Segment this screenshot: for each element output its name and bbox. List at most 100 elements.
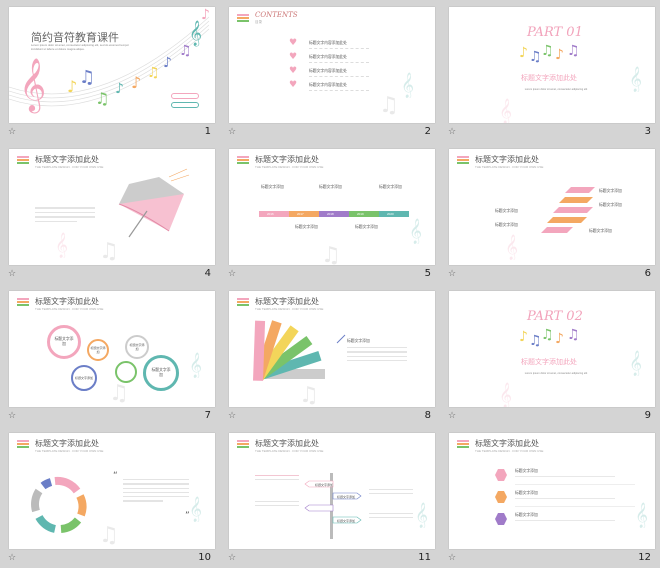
sign-label: 标题文字添加: [337, 518, 356, 523]
star-slide-icon: ☆: [448, 269, 457, 279]
music-note-icon: ♪: [201, 7, 210, 23]
circle-label: 标题文字添加: [75, 376, 94, 380]
circle-bubble: 标题文字添加: [47, 325, 81, 359]
music-note-icon: ♪: [555, 47, 564, 63]
circle-bubble: 标题文字添加: [87, 339, 109, 361]
star-slide-icon: ☆: [8, 411, 17, 421]
header-color-bars: [17, 298, 29, 307]
section-title: 标题文字添加此处: [521, 74, 577, 82]
contents-item-label: 标题文字内容添加此处: [309, 83, 347, 87]
music-note-icon: ♫: [99, 239, 119, 264]
slide-canvas: 简约音符教育课件 Lorem ipsum dolor sit amet, con…: [9, 7, 215, 123]
slide-thumbnail-12[interactable]: 标题文字添加此处 THE TEMPLATE DESIGN · FOR YOUR …: [440, 426, 660, 568]
slide-canvas: PART 02 ♪ ♫ ♫ ♪ ♫ 标题文字添加此处 Lorem ipsum d…: [449, 291, 655, 407]
slide-canvas: 标题文字添加此处 THE TEMPLATE DESIGN · FOR YOUR …: [229, 149, 435, 265]
slide-subheading: THE TEMPLATE DESIGN · FOR YOUR OWN USE: [475, 449, 544, 453]
circle-label: 标题文字添加: [151, 368, 171, 377]
slide-heading: 标题文字添加此处: [475, 439, 539, 448]
slide-thumbnail-6[interactable]: 标题文字添加此处 THE TEMPLATE DESIGN · FOR YOUR …: [440, 142, 660, 284]
timeline-label: 标题文字添加: [379, 185, 402, 189]
music-note-icon: ♫: [95, 89, 110, 108]
timeline-year: 2017: [297, 211, 304, 216]
slide-number: 3: [644, 126, 651, 137]
slide-canvas: PART 01 ♪ ♫ ♫ ♪ ♫ 标题文字添加此处 Lorem ipsum d…: [449, 7, 655, 123]
text-block: [369, 513, 413, 521]
slide-thumbnail-9[interactable]: PART 02 ♪ ♫ ♫ ♪ ♫ 标题文字添加此处 Lorem ipsum d…: [440, 284, 660, 426]
slide-thumbnail-7[interactable]: 标题文字添加此处 THE TEMPLATE DESIGN · FOR YOUR …: [0, 284, 220, 426]
music-note-icon: ♪: [131, 73, 142, 92]
treble-clef-icon: 𝄞: [629, 351, 643, 376]
header-color-bars: [457, 440, 469, 449]
music-note-icon: ♪: [555, 331, 564, 347]
timeline-label: 标题文字添加: [355, 225, 378, 229]
music-note-icon: ♫: [567, 43, 580, 59]
slide-thumbnail-4[interactable]: 标题文字添加此处 THE TEMPLATE DESIGN · FOR YOUR …: [0, 142, 220, 284]
step-label: 标题文字添加: [495, 209, 518, 213]
slide-number: 12: [638, 552, 651, 563]
circle-bubble: 标题文字添加: [143, 355, 179, 391]
item-label: 标题文字添加: [515, 513, 538, 517]
music-note-icon: ♪: [519, 45, 528, 61]
treble-clef-icon: 𝄞: [415, 503, 429, 528]
star-slide-icon: ☆: [228, 553, 237, 563]
pill-button[interactable]: [171, 102, 199, 108]
slide-heading: 标题文字添加此处: [255, 155, 319, 164]
music-note-icon: ♫: [541, 327, 554, 343]
timeline-year: 2019: [357, 211, 364, 216]
slide-thumbnail-1[interactable]: 简约音符教育课件 Lorem ipsum dolor sit amet, con…: [0, 0, 220, 142]
step-label: 标题文字添加: [599, 189, 622, 193]
contents-subtitle: 目录: [255, 20, 262, 24]
slide-number: 10: [198, 552, 211, 563]
section-desc: Lorem ipsum dolor sit amet, consectetur …: [524, 88, 588, 91]
heart-icon: ♥: [289, 80, 298, 90]
treble-clef-icon: ♫: [299, 383, 319, 407]
slide-subheading: THE TEMPLATE DESIGN · FOR YOUR OWN USE: [35, 307, 104, 311]
heart-icon: ♥: [289, 52, 298, 62]
pill-button[interactable]: [171, 93, 199, 99]
slide-heading: 标题文字添加此处: [35, 297, 99, 306]
circle-bubble: [115, 361, 137, 383]
slide-sorter-grid: 简约音符教育课件 Lorem ipsum dolor sit amet, con…: [0, 0, 660, 568]
heart-icon: ♥: [289, 66, 298, 76]
star-slide-icon: ☆: [8, 553, 17, 563]
timeline-label: 标题文字添加: [319, 185, 342, 189]
contents-item-label: 标题文字内容添加此处: [309, 55, 347, 59]
star-slide-icon: ☆: [448, 411, 457, 421]
timeline-label: 标题文字添加: [261, 185, 284, 189]
slide-thumbnail-3[interactable]: PART 01 ♪ ♫ ♫ ♪ ♫ 标题文字添加此处 Lorem ipsum d…: [440, 0, 660, 142]
music-note-icon: ♫: [147, 65, 160, 81]
part-heading: PART 02: [527, 309, 583, 324]
sign-label: 标题文字添加: [315, 482, 334, 487]
section-title: 标题文字添加此处: [521, 358, 577, 366]
slide-thumbnail-11[interactable]: 标题文字添加此处 THE TEMPLATE DESIGN · FOR YOUR …: [220, 426, 440, 568]
treble-clef-icon: 𝄞: [19, 57, 47, 111]
circle-label: 标题文字添加: [54, 337, 74, 346]
treble-clef-icon: 𝄞: [189, 497, 203, 522]
treble-clef-icon: 𝄞: [409, 219, 423, 244]
music-note-icon: ♫: [379, 93, 399, 118]
star-slide-icon: ☆: [8, 269, 17, 279]
slide-number: 4: [204, 268, 211, 279]
star-slide-icon: ☆: [228, 127, 237, 137]
text-block: [347, 347, 407, 364]
stair-arrows-graphic: [541, 187, 595, 233]
circle-label: 标题文字添加: [90, 346, 106, 354]
slide-number: 11: [418, 552, 431, 563]
slide-thumbnail-8[interactable]: 标题文字添加此处 THE TEMPLATE DESIGN · FOR YOUR …: [220, 284, 440, 426]
contents-item-label: 标题文字内容添加此处: [309, 69, 347, 73]
circle-bubble: 标题文字添加: [71, 365, 97, 391]
timeline-year: 2020: [387, 211, 394, 216]
slide-thumbnail-10[interactable]: 标题文字添加此处 THE TEMPLATE DESIGN · FOR YOUR …: [0, 426, 220, 568]
text-block: [369, 489, 413, 497]
slide-canvas: 标题文字添加此处 THE TEMPLATE DESIGN · FOR YOUR …: [9, 433, 215, 549]
header-color-bars: [237, 14, 249, 23]
music-note-icon: ♪: [163, 55, 172, 71]
music-note-icon: ♫: [79, 67, 96, 88]
slide-number: 8: [424, 410, 431, 421]
slide-thumbnail-2[interactable]: CONTENTS 目录 ♥ 标题文字内容添加此处 ♥ 标题文字内容添加此处 ♥ …: [220, 0, 440, 142]
treble-clef-icon: 𝄞: [505, 235, 519, 260]
slide-canvas: 标题文字添加此处 THE TEMPLATE DESIGN · FOR YOUR …: [449, 149, 655, 265]
slide-thumbnail-5[interactable]: 标题文字添加此处 THE TEMPLATE DESIGN · FOR YOUR …: [220, 142, 440, 284]
music-note-icon: ♫: [541, 43, 554, 59]
treble-clef-icon: 𝄞: [635, 503, 649, 528]
